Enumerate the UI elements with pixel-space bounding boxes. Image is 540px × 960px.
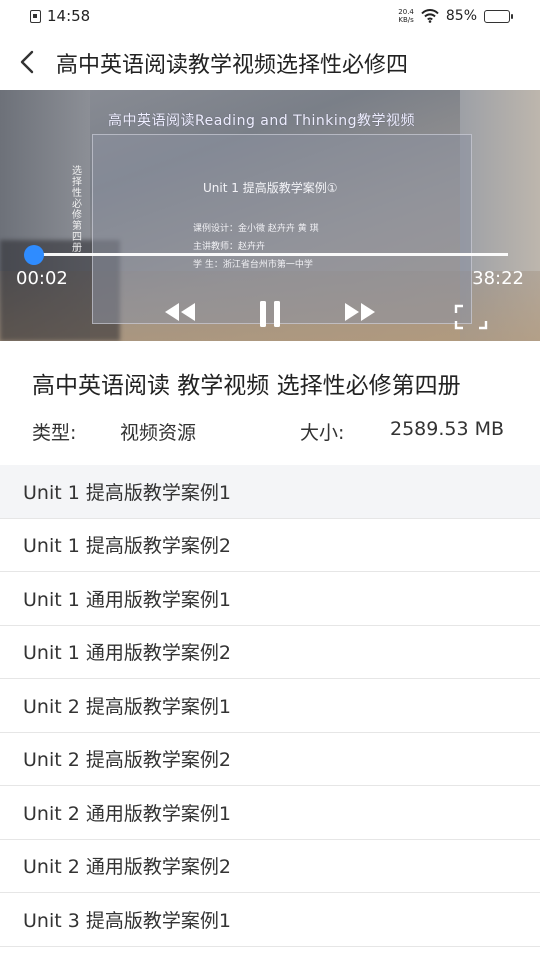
slide-side-text: 选择性必修 第四册 [72,166,82,254]
wifi-icon [421,9,439,23]
slide-unit: Unit 1 提高版教学案例① [203,181,338,195]
sim-icon [30,9,41,23]
video-player[interactable]: 高中英语阅读Reading and Thinking教学视频 选择性必修 第四册… [0,90,540,341]
net-speed-value: 20.4 [398,8,414,16]
pause-icon[interactable] [256,300,284,332]
progress-track[interactable] [34,253,508,256]
net-speed: 20.4 KB/s [398,8,414,24]
progress-thumb[interactable] [24,245,44,265]
total-time: 38:22 [472,268,524,289]
status-bar: 14:58 20.4 KB/s 85% [0,0,540,34]
list-item[interactable]: Unit 2 通用版教学案例2 [0,839,540,893]
battery-icon [484,9,513,23]
current-time: 00:02 [16,268,68,289]
status-left: 14:58 [30,7,90,25]
net-speed-unit: KB/s [398,16,414,24]
slide-card: Unit 1 提高版教学案例① 课例设计：金小微 赵卉卉 黄 琪 主讲教师：赵卉… [92,134,472,324]
slide-line-teacher: 主讲教师：赵卉卉 [193,242,266,252]
list-item[interactable]: Unit 3 提高版教学案例1 [0,893,540,947]
battery-percent: 85% [445,8,477,24]
list-item[interactable]: Unit 1 提高版教学案例2 [0,518,540,572]
episode-list: Unit 1 提高版教学案例1 Unit 1 提高版教学案例2 Unit 1 通… [0,465,540,947]
status-right: 20.4 KB/s 85% [398,8,513,24]
slide-line-design: 课例设计：金小微 赵卉卉 黄 琪 [193,224,319,234]
chevron-left-icon[interactable] [14,48,42,76]
size-value: 2589.53 MB [390,418,505,440]
status-time: 14:58 [47,7,91,25]
rewind-icon[interactable] [162,300,198,328]
fullscreen-icon[interactable] [454,304,488,334]
fast-forward-icon[interactable] [342,300,378,328]
type-label: 类型: [32,422,77,444]
header: 高中英语阅读教学视频选择性必修四 [0,34,540,90]
page-title: 高中英语阅读教学视频选择性必修四 [56,53,409,78]
list-item[interactable]: Unit 1 通用版教学案例1 [0,572,540,626]
size-label: 大小: [300,422,345,444]
list-item[interactable]: Unit 2 提高版教学案例1 [0,679,540,733]
list-item[interactable]: Unit 1 提高版教学案例1 [0,465,540,519]
type-value: 视频资源 [120,422,197,444]
slide-line-students: 学 生：浙江省台州市第一中学 [193,260,313,270]
resource-title: 高中英语阅读 教学视频 选择性必修第四册 [32,373,461,399]
list-item[interactable]: Unit 2 提高版教学案例2 [0,732,540,786]
slide-title: 高中英语阅读Reading and Thinking教学视频 [108,113,416,129]
list-item[interactable]: Unit 1 通用版教学案例2 [0,625,540,679]
list-item[interactable]: Unit 2 通用版教学案例1 [0,786,540,840]
